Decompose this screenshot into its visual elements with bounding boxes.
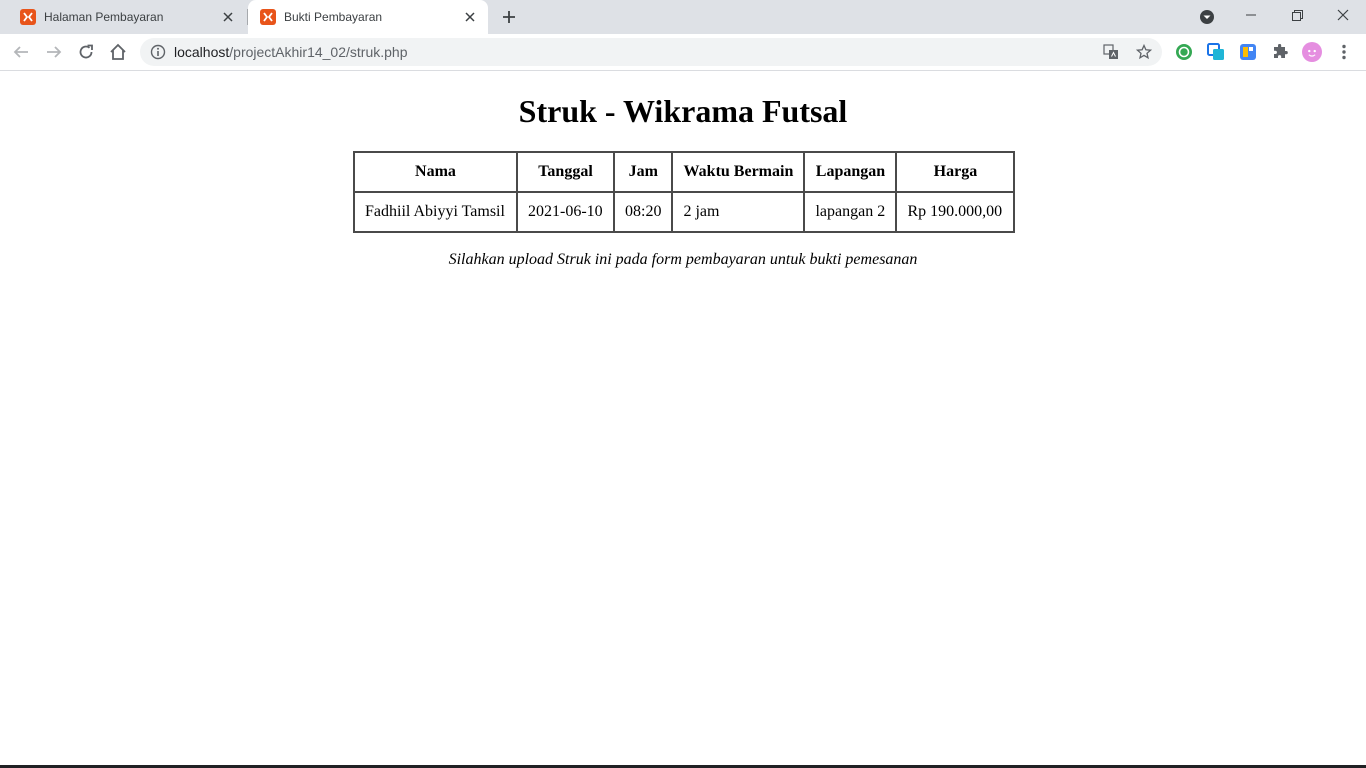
new-tab-button[interactable]: [499, 7, 519, 27]
avatar-icon: [1302, 42, 1322, 62]
header-lapangan: Lapangan: [803, 151, 898, 193]
back-button[interactable]: [10, 41, 32, 63]
page-content: Struk - Wikrama Futsal Nama Tanggal Jam …: [0, 71, 1366, 765]
table-header-row: Nama Tanggal Jam Waktu Bermain Lapangan …: [353, 151, 1016, 193]
tab-title: Halaman Pembayaran: [44, 10, 164, 24]
header-waktu-bermain: Waktu Bermain: [671, 151, 806, 193]
arrow-right-icon: [47, 46, 62, 58]
restore-button[interactable]: [1282, 0, 1312, 30]
cell-nama: Fadhiil Abiyyi Tamsil: [353, 191, 518, 233]
close-tab-icon[interactable]: [462, 9, 478, 25]
cell-harga: Rp 190.000,00: [895, 191, 1016, 233]
cell-tanggal: 2021-06-10: [516, 191, 615, 233]
forward-button[interactable]: [43, 41, 65, 63]
minimize-button[interactable]: [1236, 0, 1266, 30]
close-tab-icon[interactable]: [220, 9, 236, 25]
tab-halaman-pembayaran[interactable]: Halaman Pembayaran: [8, 0, 246, 34]
restore-icon: [1291, 9, 1303, 21]
close-icon: [1337, 9, 1349, 21]
close-window-button[interactable]: [1328, 0, 1358, 30]
info-icon[interactable]: [150, 44, 166, 60]
header-nama: Nama: [353, 151, 518, 193]
arrow-left-icon: [13, 46, 28, 58]
home-icon: [110, 43, 126, 60]
bookmark-star-icon[interactable]: [1136, 44, 1152, 60]
cell-waktu-bermain: 2 jam: [671, 191, 806, 233]
tab-strip: Halaman Pembayaran Bukti Pembayaran: [0, 0, 1366, 34]
tab-search-button[interactable]: [1196, 2, 1218, 32]
header-tanggal: Tanggal: [516, 151, 615, 193]
page-title: Struk - Wikrama Futsal: [518, 93, 848, 129]
translate-icon[interactable]: [1103, 44, 1119, 60]
header-harga: Harga: [895, 151, 1016, 193]
browser-menu-button[interactable]: [1334, 42, 1354, 62]
chevron-down-circle-icon: [1200, 10, 1214, 24]
plus-icon: [503, 11, 515, 23]
minimize-icon: [1246, 14, 1256, 16]
address-bar[interactable]: localhost/projectAkhir14_02/struk.php: [140, 38, 1162, 66]
profile-avatar[interactable]: [1302, 42, 1322, 62]
puzzle-icon: [1274, 44, 1288, 58]
extensions-menu-button[interactable]: [1270, 42, 1290, 62]
extension-button[interactable]: [1206, 42, 1226, 62]
reload-button[interactable]: [75, 41, 97, 63]
tab-title: Bukti Pembayaran: [284, 10, 383, 24]
header-jam: Jam: [612, 151, 674, 193]
browser-toolbar: localhost/projectAkhir14_02/struk.php: [0, 34, 1366, 71]
upload-instruction: Silahkan upload Struk ini pada form pemb…: [448, 251, 918, 268]
url-text: localhost/projectAkhir14_02/struk.php: [174, 44, 407, 60]
url-host: localhost: [174, 44, 230, 60]
extension-button[interactable]: [1174, 42, 1194, 62]
xampp-favicon-icon: [20, 9, 36, 25]
home-button[interactable]: [107, 41, 129, 63]
extension-button[interactable]: [1238, 42, 1258, 62]
screen-capture-icon: [1207, 43, 1224, 60]
table-row: Fadhiil Abiyyi Tamsil 2021-06-10 08:20 2…: [353, 191, 1016, 233]
xampp-favicon-icon: [260, 9, 276, 25]
tab-bukti-pembayaran[interactable]: Bukti Pembayaran: [248, 0, 488, 34]
receipt-table: Nama Tanggal Jam Waktu Bermain Lapangan …: [353, 151, 1016, 233]
grid-extension-icon: [1240, 44, 1256, 60]
kebab-menu-icon: [1342, 44, 1346, 60]
reload-icon: [79, 44, 93, 59]
url-path: /projectAkhir14_02/struk.php: [229, 44, 408, 60]
cell-lapangan: lapangan 2: [803, 191, 898, 233]
leaf-extension-icon: [1176, 44, 1192, 60]
cell-jam: 08:20: [612, 191, 674, 233]
